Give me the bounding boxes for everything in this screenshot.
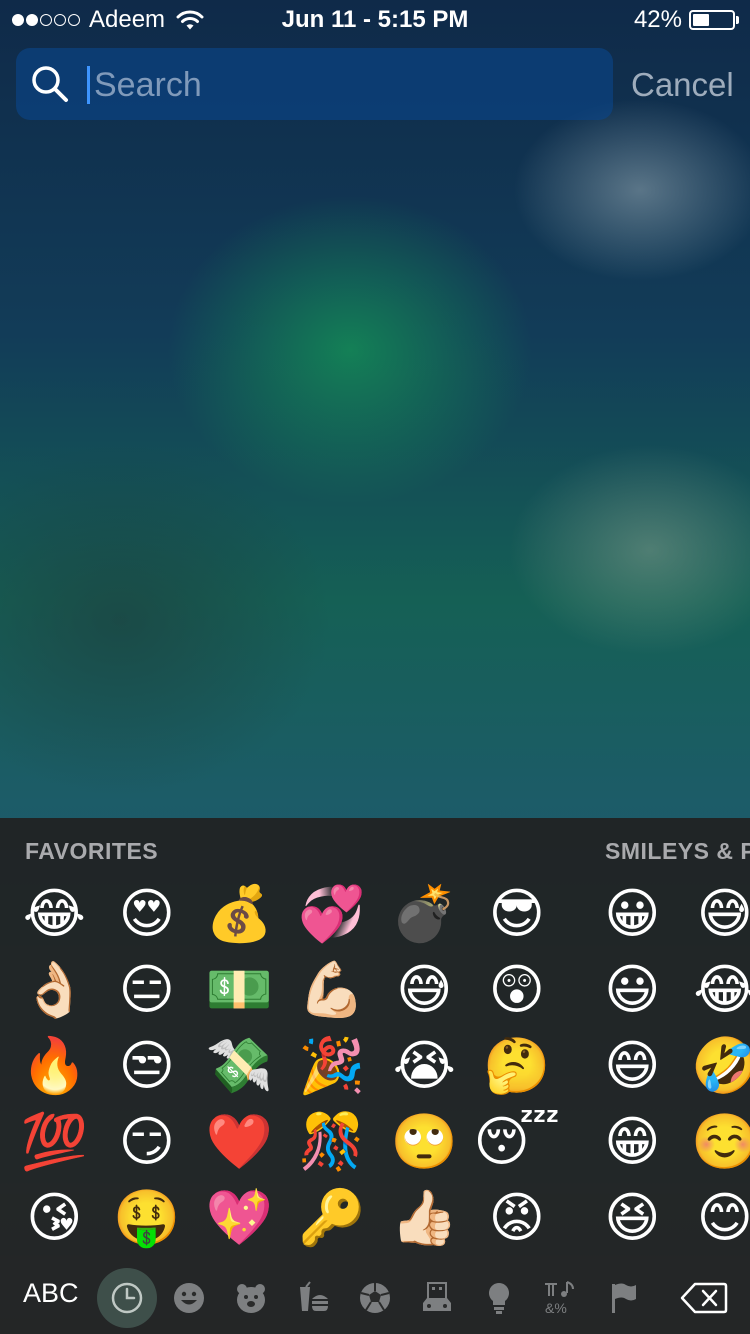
favorites-emoji-key[interactable]: 💸: [193, 1028, 286, 1104]
favorites-emoji-key[interactable]: 👌🏻: [8, 952, 101, 1028]
favorites-emoji-key[interactable]: 🎊: [286, 1104, 379, 1180]
cancel-button[interactable]: Cancel: [631, 66, 734, 104]
favorites-emoji-key[interactable]: 😑: [101, 952, 194, 1028]
smileys-emoji-key[interactable]: 😆: [586, 1180, 679, 1256]
text-cursor: [87, 66, 90, 104]
category-food-button[interactable]: [295, 1280, 331, 1316]
smileys-emoji-key[interactable]: 😅: [679, 876, 750, 952]
favorites-emoji-key[interactable]: 🎉: [286, 1028, 379, 1104]
favorites-section-title: FAVORITES: [25, 838, 159, 864]
favorites-emoji-key[interactable]: 😡: [471, 1180, 564, 1256]
status-bar: Adeem Jun 11 - 5:15 PM 42%: [0, 0, 750, 40]
smileys-emoji-key[interactable]: ☺️: [679, 1104, 750, 1180]
emoji-category-bar: ABC &%: [0, 1264, 750, 1334]
smileys-emoji-grid: 😀 😃 😄 😁 😆 😅 😂 🤣 ☺️ 😊: [586, 876, 750, 1256]
category-activity-button[interactable]: [357, 1280, 393, 1316]
emoji-keyboard: FAVORITES SMILEYS & P 😂 👌🏻 🔥 💯 😘 😍 😑 😒 😏 🤑 💰 💵 💸 ❤️ 💖 💞…: [0, 818, 750, 1334]
search-bar[interactable]: [16, 48, 613, 120]
favorites-emoji-key[interactable]: 💣: [378, 876, 471, 952]
smileys-emoji-key[interactable]: 🤣: [679, 1028, 750, 1104]
category-smileys-button[interactable]: [171, 1280, 207, 1316]
ball-icon: [360, 1283, 390, 1313]
favorites-emoji-key[interactable]: 😅: [378, 952, 471, 1028]
building-icon: [423, 1282, 451, 1311]
favorites-emoji-grid: 😂 👌🏻 🔥 💯 😘 😍 😑 😒 😏 🤑 💰 💵 💸 ❤️ 💖 💞 💪🏻 🎉 🎊 🔑 💣 😅 😭 🙄 👍🏻 😎 😲 🤔 😴 😡: [8, 876, 563, 1256]
smileys-emoji-key[interactable]: 😃: [586, 952, 679, 1028]
battery-tip: [736, 16, 739, 24]
battery-level-fill: [693, 14, 709, 26]
search-input[interactable]: [92, 60, 596, 110]
battery-percentage: 42%: [633, 6, 682, 33]
delete-backspace-icon[interactable]: [680, 1282, 728, 1314]
category-flags-button[interactable]: [605, 1280, 641, 1316]
favorites-emoji-key[interactable]: ❤️: [193, 1104, 286, 1180]
bear-icon: [237, 1284, 265, 1313]
food-icon: [300, 1281, 328, 1311]
favorites-emoji-key[interactable]: 💵: [193, 952, 286, 1028]
favorites-emoji-key[interactable]: 💞: [286, 876, 379, 952]
favorites-emoji-key[interactable]: 😴: [471, 1104, 564, 1180]
favorites-emoji-key[interactable]: 😲: [471, 952, 564, 1028]
smileys-emoji-key[interactable]: 😄: [586, 1028, 679, 1104]
favorites-emoji-key[interactable]: 🔥: [8, 1028, 101, 1104]
category-objects-button[interactable]: [481, 1280, 517, 1316]
smileys-section-title: SMILEYS & P: [605, 838, 750, 864]
favorites-emoji-key[interactable]: 🙄: [378, 1104, 471, 1180]
smileys-emoji-key[interactable]: 😊: [679, 1180, 750, 1256]
favorites-emoji-key[interactable]: 😎: [471, 876, 564, 952]
favorites-emoji-key[interactable]: 😏: [101, 1104, 194, 1180]
smileys-emoji-key[interactable]: 😂: [679, 952, 750, 1028]
smiley-icon: [174, 1283, 204, 1313]
smileys-emoji-key[interactable]: 😁: [586, 1104, 679, 1180]
lightbulb-icon: [489, 1283, 509, 1314]
favorites-emoji-key[interactable]: 🤑: [101, 1180, 194, 1256]
favorites-emoji-key[interactable]: 💰: [193, 876, 286, 952]
favorites-emoji-key[interactable]: 💯: [8, 1104, 101, 1180]
favorites-emoji-key[interactable]: 😭: [378, 1028, 471, 1104]
flag-icon: [612, 1283, 636, 1313]
favorites-emoji-key[interactable]: 💪🏻: [286, 952, 379, 1028]
favorites-emoji-key[interactable]: 😂: [8, 876, 101, 952]
category-animals-button[interactable]: [233, 1280, 269, 1316]
favorites-emoji-key[interactable]: 💖: [193, 1180, 286, 1256]
category-travel-button[interactable]: [419, 1280, 455, 1316]
favorites-emoji-key[interactable]: 😘: [8, 1180, 101, 1256]
svg-text:&%: &%: [545, 1300, 567, 1316]
favorites-emoji-key[interactable]: 😒: [101, 1028, 194, 1104]
battery-icon: [689, 10, 735, 30]
symbols-icon: &%: [545, 1281, 574, 1316]
favorites-emoji-key[interactable]: 😍: [101, 876, 194, 952]
favorites-emoji-key[interactable]: 🔑: [286, 1180, 379, 1256]
favorites-emoji-key[interactable]: 🤔: [471, 1028, 564, 1104]
clock-icon: [111, 1282, 143, 1314]
category-symbols-button[interactable]: &%: [543, 1280, 579, 1316]
favorites-emoji-key[interactable]: 👍🏻: [378, 1180, 471, 1256]
search-icon: [32, 66, 68, 102]
smileys-emoji-key[interactable]: 😀: [586, 876, 679, 952]
abc-keyboard-button[interactable]: ABC: [23, 1278, 79, 1309]
category-recent-button[interactable]: [97, 1268, 157, 1328]
